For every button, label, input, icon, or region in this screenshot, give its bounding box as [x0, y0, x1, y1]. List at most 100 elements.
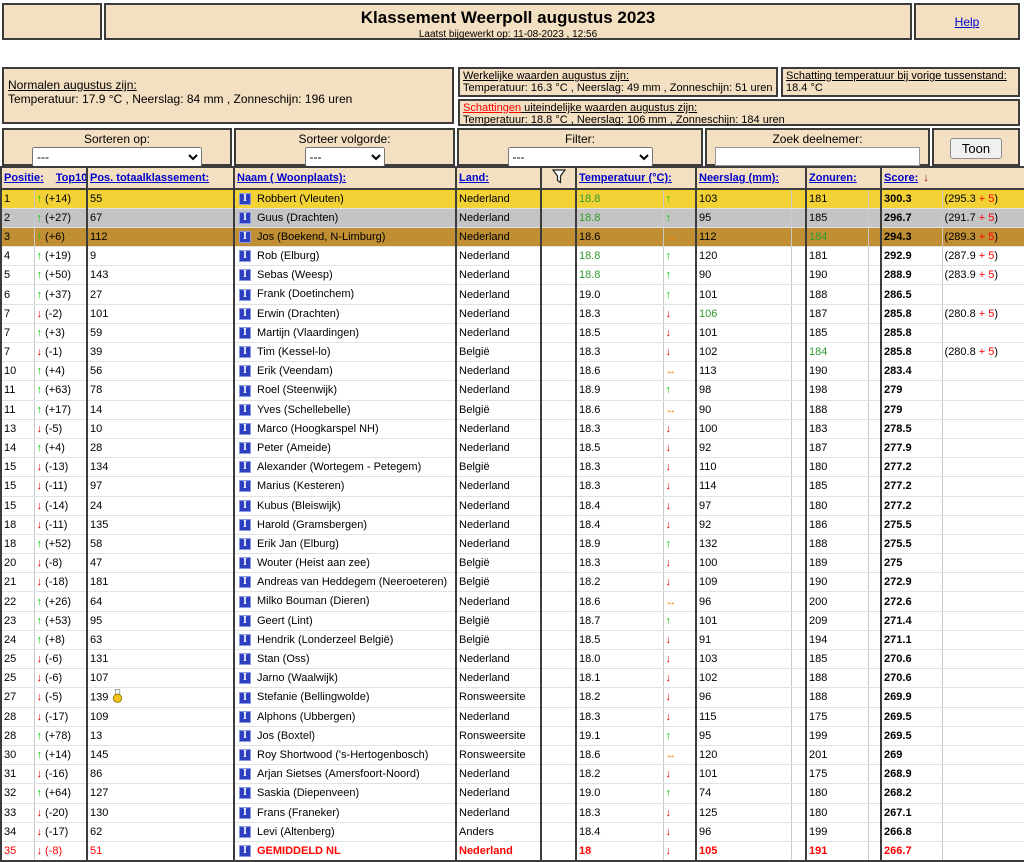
- estimates-link[interactable]: Schattingen: [463, 102, 521, 114]
- info-icon[interactable]: I: [239, 557, 251, 569]
- cell-temperatuur: 18.3: [576, 458, 663, 477]
- cell-filter-spacer: [541, 515, 576, 534]
- info-icon[interactable]: I: [239, 576, 251, 588]
- sort-pos-totaal-link[interactable]: Pos. totaalklassement:: [90, 172, 209, 184]
- info-icon[interactable]: I: [239, 807, 251, 819]
- sort-positie-link[interactable]: Positie:: [4, 172, 44, 184]
- header-naam: Naam ( Woonplaats):: [234, 167, 456, 189]
- trend-up-icon: ↑: [666, 787, 672, 799]
- info-icon[interactable]: I: [239, 346, 251, 358]
- cell-naam: IStefanie (Bellingwolde): [234, 688, 456, 707]
- search-box: Zoek deelnemer:: [705, 128, 930, 166]
- movement-down-icon: ↓: [37, 423, 43, 435]
- info-icon[interactable]: I: [239, 480, 251, 492]
- table-row: 7↓ (-1)39ITim (Kessel-lo)België18.3↓1021…: [1, 343, 1024, 362]
- cell-spacer-2: [868, 266, 881, 285]
- sort-zonuren-link[interactable]: Zonuren:: [809, 172, 857, 184]
- cell-naam: IHarold (Gramsbergen): [234, 515, 456, 534]
- cell-naam: ISaskia (Diepenveen): [234, 784, 456, 803]
- cell-score-detail: (280.8 + 5): [942, 343, 1024, 362]
- sort-naam-link[interactable]: Naam ( Woonplaats):: [237, 172, 346, 184]
- sort-score-link[interactable]: Score:: [884, 172, 918, 184]
- info-icon[interactable]: I: [239, 692, 251, 704]
- cell-filter-spacer: [541, 400, 576, 419]
- cell-score: 294.3: [881, 227, 942, 246]
- cell-spacer-1: [791, 477, 806, 496]
- info-icon[interactable]: I: [239, 404, 251, 416]
- cell-spacer-2: [868, 650, 881, 669]
- normals-box: Normalen augustus zijn: Temperatuur: 17.…: [2, 67, 454, 124]
- info-icon[interactable]: I: [239, 231, 251, 243]
- order-select[interactable]: ---: [305, 147, 385, 167]
- trend-up-icon: ↑: [666, 289, 672, 301]
- table-row: 3↑ (+6)112IJos (Boekend, N-Limburg)Neder…: [1, 227, 1024, 246]
- info-icon[interactable]: I: [239, 461, 251, 473]
- info-icon[interactable]: I: [239, 500, 251, 512]
- info-icon[interactable]: I: [239, 365, 251, 377]
- info-icon[interactable]: I: [239, 596, 251, 608]
- filter-funnel-icon[interactable]: [552, 175, 566, 187]
- participant-name: Frans (Franeker): [257, 807, 340, 819]
- cell-spacer-2: [868, 438, 881, 457]
- trend-down-icon: ↓: [666, 346, 672, 358]
- movement-up-icon: ↑: [37, 250, 43, 262]
- info-icon[interactable]: I: [239, 787, 251, 799]
- info-icon[interactable]: I: [239, 423, 251, 435]
- cell-temp-trend: ↑: [663, 189, 696, 208]
- sort-top10-link[interactable]: Top10: [56, 172, 87, 184]
- bonus-points: + 5: [979, 212, 995, 224]
- sort-temperatuur-link[interactable]: Temperatuur (°C):: [579, 172, 672, 184]
- cell-score-detail: [942, 323, 1024, 342]
- info-icon[interactable]: I: [239, 250, 251, 262]
- cell-pos-totaal: 13: [87, 726, 234, 745]
- cell-temp-trend: ↓: [663, 803, 696, 822]
- movement-up-icon: ↑: [37, 730, 43, 742]
- cell-land: Nederland: [456, 381, 541, 400]
- info-icon[interactable]: I: [239, 845, 251, 857]
- cell-spacer-1: [791, 592, 806, 611]
- cell-neerslag: 74: [696, 784, 791, 803]
- sort-select[interactable]: ---: [32, 147, 202, 167]
- info-icon[interactable]: I: [239, 711, 251, 723]
- movement-down-icon: ↓: [37, 500, 43, 512]
- info-icon[interactable]: I: [239, 269, 251, 281]
- info-icon[interactable]: I: [239, 212, 251, 224]
- info-icon[interactable]: I: [239, 538, 251, 550]
- help-link[interactable]: Help: [955, 15, 980, 29]
- info-icon[interactable]: I: [239, 327, 251, 339]
- show-button[interactable]: Toon: [950, 138, 1002, 159]
- estimates-label-rest: uiteindelijke waarden augustus zijn:: [521, 102, 697, 114]
- cell-neerslag: 113: [696, 362, 791, 381]
- sort-land-link[interactable]: Land:: [459, 172, 489, 184]
- info-icon[interactable]: I: [239, 385, 251, 397]
- info-icon[interactable]: I: [239, 749, 251, 761]
- info-icon[interactable]: I: [239, 826, 251, 838]
- cell-positie: 27: [1, 688, 34, 707]
- help-box: Help: [914, 3, 1020, 40]
- info-icon[interactable]: I: [239, 308, 251, 320]
- cell-temperatuur: 18.0: [576, 650, 663, 669]
- cell-land: Nederland: [456, 803, 541, 822]
- cell-naam: IRob (Elburg): [234, 247, 456, 266]
- info-icon[interactable]: I: [239, 289, 251, 301]
- info-icon[interactable]: I: [239, 768, 251, 780]
- sort-neerslag-link[interactable]: Neerslag (mm):: [699, 172, 779, 184]
- info-icon[interactable]: I: [239, 672, 251, 684]
- info-icon[interactable]: I: [239, 615, 251, 627]
- estimates-box: Schattingen uiteindelijke waarden august…: [458, 99, 1020, 126]
- cell-score: 269.5: [881, 707, 942, 726]
- cell-spacer-1: [791, 343, 806, 362]
- info-icon[interactable]: I: [239, 634, 251, 646]
- info-icon[interactable]: I: [239, 730, 251, 742]
- search-input[interactable]: [715, 147, 920, 166]
- info-icon[interactable]: I: [239, 519, 251, 531]
- info-icon[interactable]: I: [239, 442, 251, 454]
- filter-select[interactable]: ---: [508, 147, 653, 167]
- info-icon[interactable]: I: [239, 193, 251, 205]
- cell-score-detail: [942, 285, 1024, 304]
- cell-score-detail: (295.3 + 5): [942, 189, 1024, 208]
- info-icon[interactable]: I: [239, 653, 251, 665]
- trend-down-icon: ↓: [666, 768, 672, 780]
- cell-zonuren: 201: [806, 745, 868, 764]
- cell-top10-movement: ↑ (+4): [34, 362, 87, 381]
